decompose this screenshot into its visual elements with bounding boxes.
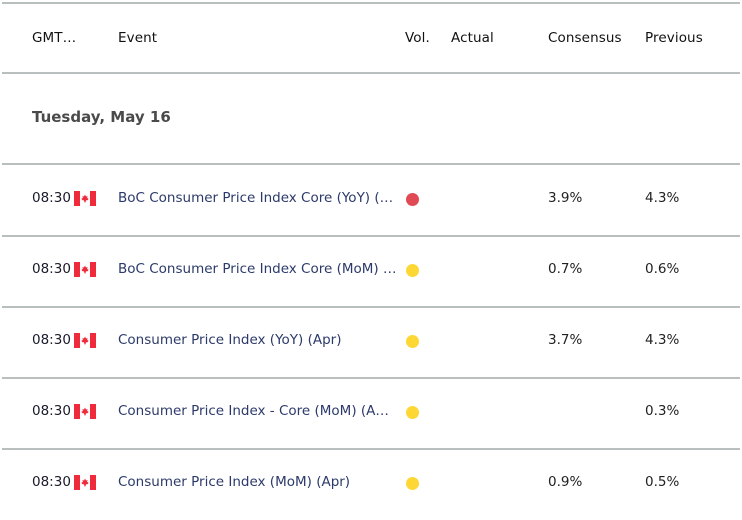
volatility-indicator-icon — [406, 335, 419, 348]
canada-flag-icon — [74, 191, 96, 206]
event-time: 08:30 — [32, 190, 71, 206]
column-header-volatility[interactable]: Vol. — [405, 30, 430, 46]
date-group-heading: Tuesday, May 16 — [32, 108, 171, 126]
canada-flag-icon — [74, 262, 96, 277]
canada-flag-icon — [74, 333, 96, 348]
divider — [2, 72, 740, 74]
event-consensus: 3.7% — [548, 332, 583, 348]
volatility-indicator-icon — [406, 406, 419, 419]
divider — [2, 2, 740, 4]
volatility-indicator-icon — [406, 193, 419, 206]
column-header-actual[interactable]: Actual — [451, 30, 494, 46]
event-time: 08:30 — [32, 332, 71, 348]
event-name-link[interactable]: Consumer Price Index - Core (MoM) (A… — [118, 403, 389, 419]
canada-flag-icon — [74, 475, 96, 490]
event-consensus: 0.9% — [548, 474, 583, 490]
column-header-consensus[interactable]: Consensus — [548, 30, 622, 46]
event-time: 08:30 — [32, 474, 71, 490]
table-row[interactable]: 08:30 BoC Consumer Price Index Core (YoY… — [0, 165, 742, 236]
column-header-time[interactable]: GMT… — [32, 30, 76, 46]
event-previous: 4.3% — [645, 332, 680, 348]
event-previous: 0.6% — [645, 261, 680, 277]
event-previous: 4.3% — [645, 190, 680, 206]
event-consensus: 0.7% — [548, 261, 583, 277]
event-name-link[interactable]: BoC Consumer Price Index Core (MoM) … — [118, 261, 396, 277]
event-name-link[interactable]: Consumer Price Index (MoM) (Apr) — [118, 474, 350, 490]
volatility-indicator-icon — [406, 477, 419, 490]
event-consensus: 3.9% — [548, 190, 583, 206]
volatility-indicator-icon — [406, 264, 419, 277]
column-header-event[interactable]: Event — [118, 30, 157, 46]
table-row[interactable]: 08:30 Consumer Price Index (MoM) (Apr) 0… — [0, 449, 742, 520]
canada-flag-icon — [74, 404, 96, 419]
event-previous: 0.3% — [645, 403, 680, 419]
event-time: 08:30 — [32, 261, 71, 277]
event-previous: 0.5% — [645, 474, 680, 490]
table-row[interactable]: 08:30 Consumer Price Index - Core (MoM) … — [0, 378, 742, 449]
table-row[interactable]: 08:30 Consumer Price Index (YoY) (Apr) 3… — [0, 307, 742, 378]
event-time: 08:30 — [32, 403, 71, 419]
event-name-link[interactable]: Consumer Price Index (YoY) (Apr) — [118, 332, 341, 348]
column-header-previous[interactable]: Previous — [645, 30, 703, 46]
table-row[interactable]: 08:30 BoC Consumer Price Index Core (MoM… — [0, 236, 742, 307]
event-name-link[interactable]: BoC Consumer Price Index Core (YoY) (… — [118, 190, 393, 206]
